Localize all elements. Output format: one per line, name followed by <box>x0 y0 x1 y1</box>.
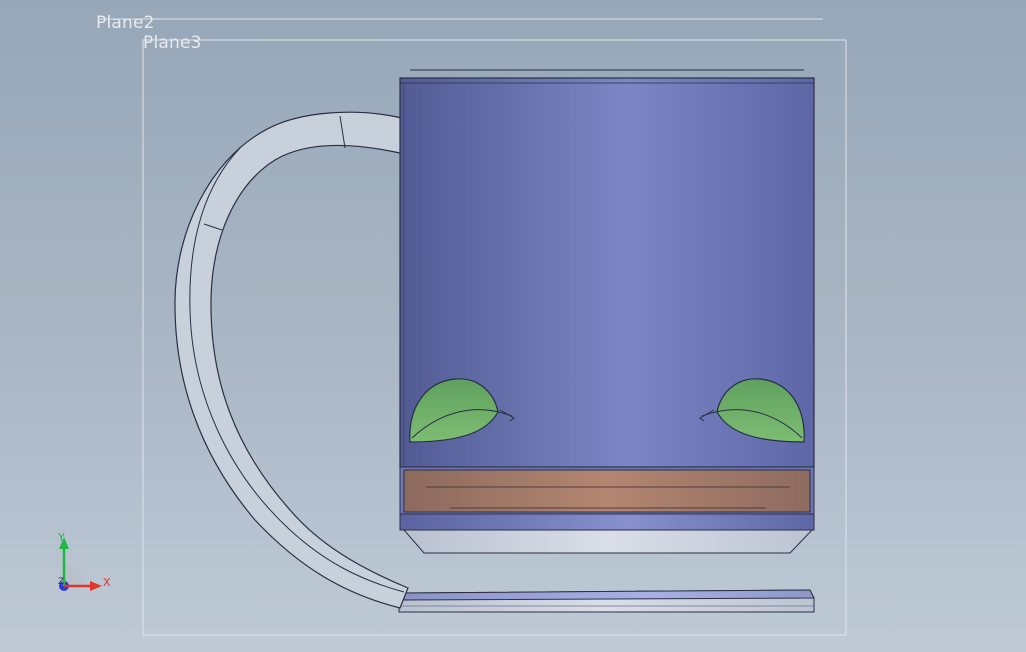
z-axis-label: Z <box>58 577 65 587</box>
mug-band[interactable] <box>399 466 815 515</box>
graphics-viewport[interactable]: Plane2 Plane3 Y X Z <box>0 0 1026 652</box>
model-scene[interactable] <box>0 0 1026 652</box>
saucer-plate[interactable] <box>398 589 815 613</box>
mug-lower-ring[interactable] <box>399 513 815 531</box>
coordinate-triad <box>59 537 102 591</box>
mug-handle[interactable] <box>174 111 419 609</box>
mug-foot[interactable] <box>402 529 814 554</box>
y-axis-label: Y <box>58 531 65 544</box>
x-axis-label: X <box>103 576 111 589</box>
